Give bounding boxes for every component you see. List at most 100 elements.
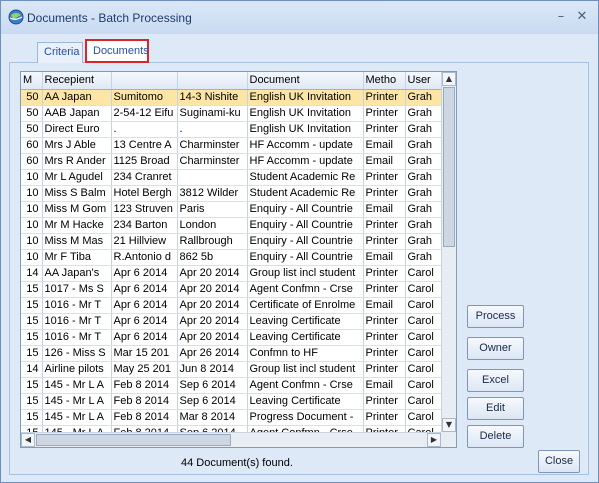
table-cell: Printer <box>363 329 406 346</box>
table-row[interactable]: 15 1017 - Ms S Apr 6 2014 Apr 20 2014 Agent … <box>21 281 443 298</box>
table-cell: 3812 Wilder <box>177 185 248 202</box>
table-cell: Apr 6 2014 <box>111 265 178 282</box>
scroll-up-icon[interactable]: ▲ <box>442 72 456 86</box>
table-cell: Apr 20 2014 <box>177 329 248 346</box>
process-button[interactable]: Process <box>467 305 524 328</box>
scroll-down-icon[interactable]: ▼ <box>442 418 456 432</box>
table-cell: Leaving Certificate <box>247 393 364 410</box>
table-cell: 1016 - Mr T <box>42 329 112 346</box>
table-cell: 234 Cranret <box>111 169 178 186</box>
table-cell: Student Academic Re <box>247 169 364 186</box>
table-row[interactable]: 50 AA Japan Sumitomo 14-3 Nishite English UK… <box>21 89 443 106</box>
table-cell: R.Antonio d <box>111 249 178 266</box>
table-cell: Printer <box>363 281 406 298</box>
table-cell: 862 5b <box>177 249 248 266</box>
scroll-left-icon[interactable]: ◀ <box>21 433 35 447</box>
scrollbar-corner <box>441 432 456 447</box>
table-row[interactable]: 60 Mrs J Able 13 Centre A Charminster HF Acc… <box>21 137 443 154</box>
app-globe-icon <box>8 9 24 25</box>
table-row[interactable]: 50 AAB Japan 2-54-12 Eifu Suginami-ku Englis… <box>21 105 443 122</box>
horizontal-scrollbar[interactable]: ◀ ▶ <box>21 432 441 447</box>
table-row[interactable]: 10 Mr F Tiba R.Antonio d 862 5b Enquiry - Al… <box>21 249 443 266</box>
table-cell: 234 Barton <box>111 217 178 234</box>
table-cell: Sep 6 2014 <box>177 393 248 410</box>
column-header[interactable]: User <box>405 72 443 90</box>
table-cell: Group list incl student <box>247 361 364 378</box>
column-header[interactable]: Document <box>247 72 364 90</box>
table-cell: Grah <box>405 153 443 170</box>
table-cell: 21 Hillview <box>111 233 178 250</box>
table-cell: Apr 20 2014 <box>177 281 248 298</box>
vertical-scroll-thumb[interactable] <box>443 87 455 247</box>
table-cell: Grah <box>405 233 443 250</box>
table-cell: 1016 - Mr T <box>42 297 112 314</box>
table-row[interactable]: 15 126 - Miss S Mar 15 201 Apr 26 2014 Confm… <box>21 345 443 362</box>
column-header[interactable]: M <box>21 72 43 90</box>
table-cell: Grah <box>405 121 443 138</box>
table-cell: Grah <box>405 89 443 106</box>
table-cell: 145 - Mr L A <box>42 377 112 394</box>
table-cell: Charminster <box>177 153 248 170</box>
table-cell: 15 <box>21 281 43 298</box>
scroll-right-icon[interactable]: ▶ <box>427 433 441 447</box>
table-row[interactable]: 60 Mrs R Ander 1125 Broad Charminster HF Acc… <box>21 153 443 170</box>
table-cell: Miss M Mas <box>42 233 112 250</box>
table-cell: Apr 26 2014 <box>177 345 248 362</box>
table-cell: Email <box>363 201 406 218</box>
owner-button[interactable]: Owner <box>467 337 524 360</box>
table-cell: Printer <box>363 313 406 330</box>
table-row[interactable]: 10 Miss M Gom 123 Struven Paris Enquiry - Al… <box>21 201 443 218</box>
vertical-scrollbar[interactable]: ▲ ▼ <box>441 72 456 432</box>
table-row[interactable]: 10 Miss M Mas 21 Hillview Rallbrough Enquiry… <box>21 233 443 250</box>
table-cell: Apr 20 2014 <box>177 265 248 282</box>
table-row[interactable]: 15 1016 - Mr T Apr 6 2014 Apr 20 2014 Leavin… <box>21 329 443 346</box>
table-row[interactable]: 15 1016 - Mr T Apr 6 2014 Apr 20 2014 Certif… <box>21 297 443 314</box>
table-cell: Jun 8 2014 <box>177 361 248 378</box>
documents-table: M Recepient Document Metho User 50 AA Jap… <box>21 72 443 442</box>
table-row[interactable]: 15 145 - Mr L A Feb 8 2014 Mar 8 2014 Progre… <box>21 409 443 426</box>
table-cell: Apr 6 2014 <box>111 329 178 346</box>
horizontal-scroll-thumb[interactable] <box>36 434 231 446</box>
table-cell: AA Japan's <box>42 265 112 282</box>
table-cell: Apr 20 2014 <box>177 313 248 330</box>
table-cell: 10 <box>21 185 43 202</box>
table-row[interactable]: 10 Mr M Hacke 234 Barton London Enquiry - Al… <box>21 217 443 234</box>
documents-found-status: 44 Document(s) found. <box>181 457 293 469</box>
table-cell: Group list incl student <box>247 265 364 282</box>
table-cell: . <box>111 121 178 138</box>
column-header[interactable] <box>177 72 248 90</box>
table-cell: Apr 6 2014 <box>111 297 178 314</box>
table-cell: Grah <box>405 201 443 218</box>
batch-processing-window: Documents - Batch Processing – ✕ Criteri… <box>0 0 599 483</box>
delete-button[interactable]: Delete <box>467 425 524 448</box>
table-row[interactable]: 15 1016 - Mr T Apr 6 2014 Apr 20 2014 Leavin… <box>21 313 443 330</box>
table-row[interactable]: 14 AA Japan's Apr 6 2014 Apr 20 2014 Group l… <box>21 265 443 282</box>
table-cell: Sep 6 2014 <box>177 377 248 394</box>
minimize-icon[interactable]: – <box>552 9 570 25</box>
documents-grid[interactable]: M Recepient Document Metho User 50 AA Jap… <box>20 71 457 448</box>
table-row[interactable]: 10 Miss S Balm Hotel Bergh 3812 Wilder Stude… <box>21 185 443 202</box>
table-cell: Carol <box>405 265 443 282</box>
table-cell: 145 - Mr L A <box>42 393 112 410</box>
table-cell: HF Accomm - update <box>247 153 364 170</box>
table-cell: Carol <box>405 393 443 410</box>
table-cell: Enquiry - All Countrie <box>247 249 364 266</box>
table-row[interactable]: 15145 - Mr L AFeb 8 2014Sep 6 2014Agent … <box>21 377 443 394</box>
close-icon[interactable]: ✕ <box>573 9 591 25</box>
column-header[interactable] <box>111 72 178 90</box>
table-row[interactable]: 50 Direct Euro.. English UK Invitation Prin… <box>21 121 443 138</box>
table-cell: Printer <box>363 169 406 186</box>
excel-button[interactable]: Excel <box>467 369 524 392</box>
table-cell: Miss S Balm <box>42 185 112 202</box>
tab-criteria[interactable]: Criteria <box>37 42 83 63</box>
tab-documents[interactable]: Documents <box>85 39 149 63</box>
column-header[interactable]: Metho <box>363 72 406 90</box>
table-cell: Mar 8 2014 <box>177 409 248 426</box>
table-cell: 50 <box>21 105 43 122</box>
table-row[interactable]: 14 Airline pilots May 25 201 Jun 8 2014 Grou… <box>21 361 443 378</box>
close-button[interactable]: Close <box>538 450 580 473</box>
table-row[interactable]: 10 Mr L Agudel 234 Cranret Student Academic… <box>21 169 443 186</box>
table-row[interactable]: 15 145 - Mr L A Feb 8 2014 Sep 6 2014 Leavin… <box>21 393 443 410</box>
column-header[interactable]: Recepient <box>42 72 112 90</box>
edit-button[interactable]: Edit <box>467 397 524 420</box>
